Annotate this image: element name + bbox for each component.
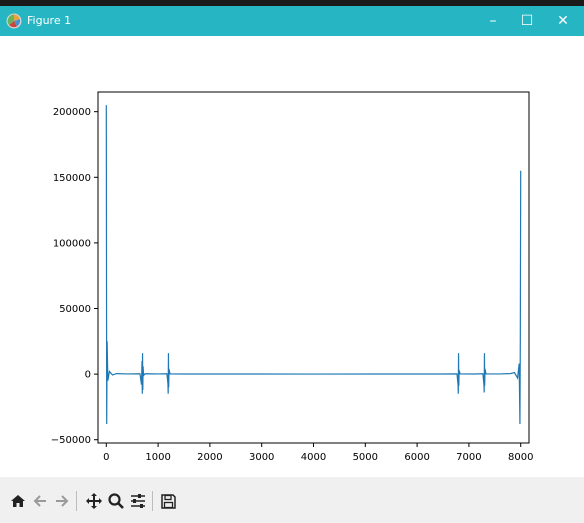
zoom-icon [108,493,124,509]
x-tick-label: 7000 [456,452,481,463]
save-button[interactable] [158,491,178,511]
figure-app-icon [6,13,22,29]
y-tick-label: 50000 [59,304,91,315]
configure-subplots-button[interactable] [128,491,148,511]
x-tick-label: 2000 [197,452,222,463]
figure-canvas[interactable]: −50000 0 50000 100000 150000 200000 0 1000 2000… [0,36,584,477]
minimize-button[interactable]: – [476,6,510,36]
x-tick-label: 3000 [249,452,274,463]
y-tick-label: 0 [85,370,91,381]
pan-button[interactable] [84,491,104,511]
forward-arrow-icon [56,495,69,507]
y-tick-label: 100000 [53,238,91,249]
y-tick-label: −50000 [51,435,91,446]
window-titlebar[interactable]: Figure 1 – ☐ ✕ [0,6,584,36]
y-tick-label: 150000 [53,173,91,184]
close-button[interactable]: ✕ [546,6,580,36]
maximize-button[interactable]: ☐ [510,6,544,36]
y-tick-label: 200000 [53,107,91,118]
x-tick-label: 8000 [508,452,533,463]
x-tick-label: 1000 [145,452,170,463]
x-tick-label: 6000 [404,452,429,463]
home-icon [11,495,25,507]
forward-button[interactable] [52,491,72,511]
pan-icon [86,493,102,509]
line-plot: −50000 0 50000 100000 150000 200000 0 1000 2000… [51,91,533,463]
configure-subplots-icon [131,494,145,508]
window-title: Figure 1 [27,14,72,27]
y-axis: −50000 0 50000 100000 150000 200000 [51,107,98,446]
back-arrow-icon [33,495,46,507]
back-button[interactable] [30,491,50,511]
x-tick-label: 0 [103,452,109,463]
x-axis: 0 1000 2000 3000 4000 5000 6000 7000 8000 [103,443,533,463]
x-tick-label: 5000 [353,452,378,463]
navigation-toolbar [0,477,584,523]
x-tick-label: 4000 [301,452,326,463]
zoom-button[interactable] [106,491,126,511]
home-button[interactable] [8,491,28,511]
plot-area-frame [97,91,530,444]
toolbar-separator [152,491,153,511]
toolbar-separator [76,491,77,511]
save-icon [160,493,176,509]
